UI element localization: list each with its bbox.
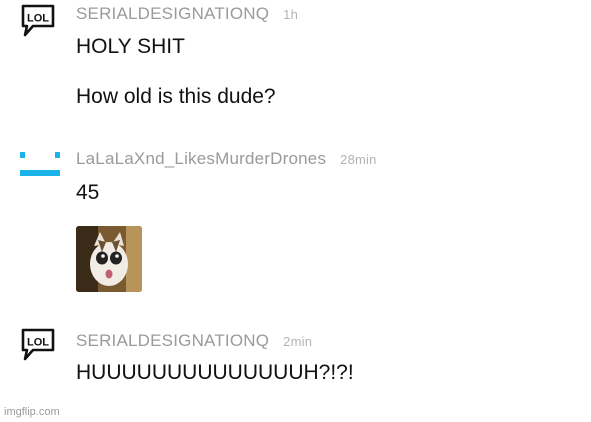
lol-speech-bubble-icon: LOL [21, 4, 55, 37]
username[interactable]: SERIALDESIGNATIONQ 2min [76, 331, 312, 351]
shocked-cat-image[interactable] [76, 226, 142, 292]
avatar-text: LOL [27, 337, 49, 349]
drone-face-icon [20, 152, 60, 176]
avatar[interactable] [20, 152, 64, 187]
username-text[interactable]: SERIALDESIGNATIONQ [76, 4, 269, 23]
username-text[interactable]: LaLaLaXnd_LikesMurderDrones [76, 149, 326, 168]
timestamp: 2min [283, 334, 313, 349]
username[interactable]: SERIALDESIGNATIONQ 1h [76, 4, 298, 24]
avatar[interactable]: LOL [20, 327, 56, 368]
avatar-text: LOL [27, 13, 49, 25]
timestamp: 28min [340, 152, 377, 167]
avatar[interactable]: LOL [20, 3, 56, 44]
watermark: imgflip.com [4, 406, 60, 418]
username[interactable]: LaLaLaXnd_LikesMurderDrones 28min [76, 149, 377, 169]
lol-speech-bubble-icon: LOL [21, 328, 55, 361]
timestamp: 1h [283, 7, 299, 22]
comment-text: HUUUUUUUUUUUUUUH?!?! [76, 361, 354, 384]
comment-text: 45 [76, 181, 100, 204]
username-text[interactable]: SERIALDESIGNATIONQ [76, 331, 269, 350]
comment-text: How old is this dude? [76, 85, 276, 108]
comment-text: HOLY SHIT [76, 35, 185, 58]
cat-image-icon [76, 226, 142, 292]
